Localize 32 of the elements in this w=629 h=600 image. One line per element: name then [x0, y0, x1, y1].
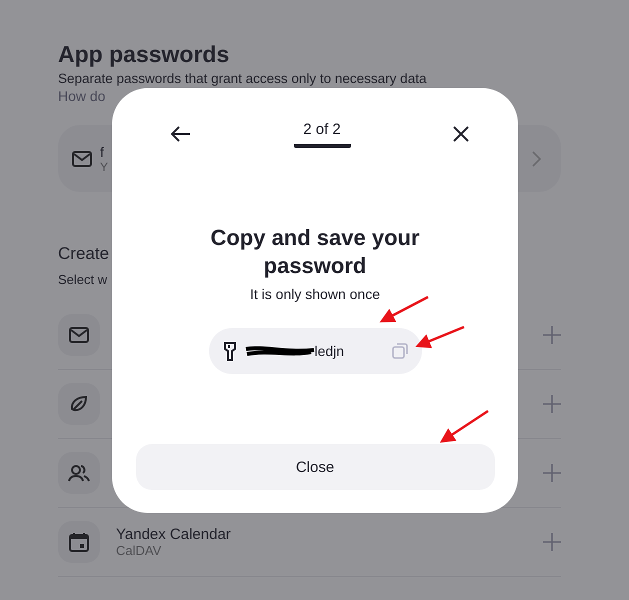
password-text: ledjn — [314, 343, 344, 359]
envelope-icon — [72, 150, 92, 166]
page-description: Separate passwords that grant access only to necessary data — [58, 71, 426, 87]
chevron-icon — [531, 150, 541, 166]
copy-icon[interactable] — [392, 343, 408, 359]
back-arrow-icon[interactable] — [171, 126, 191, 142]
password-field[interactable]: ledjn — [208, 328, 422, 374]
dialog-hint: It is only shown once — [250, 286, 380, 302]
key-icon — [222, 341, 236, 361]
leaf-icon — [69, 394, 89, 414]
people-icon — [68, 463, 90, 483]
plus-icon[interactable] — [543, 464, 561, 482]
plus-icon[interactable] — [543, 533, 561, 551]
step-indicator: 2 of 2 — [294, 120, 350, 148]
plus-icon[interactable] — [543, 326, 561, 344]
redaction-scribble — [244, 345, 314, 357]
annotation-arrow — [380, 296, 429, 322]
card-title: f — [100, 144, 104, 160]
calendar-icon — [69, 532, 89, 552]
service-protocol: CalDAV — [116, 543, 162, 558]
dialog-title: Copy and save your password — [209, 224, 421, 280]
section-hint: Select w — [58, 272, 108, 287]
section-heading: Create — [58, 243, 110, 265]
close-button[interactable]: Close — [136, 444, 494, 490]
page-title: App passwords — [58, 40, 230, 68]
envelope-icon — [69, 327, 89, 343]
card-subtitle: Y — [100, 160, 108, 174]
close-icon[interactable] — [453, 126, 469, 142]
annotation-arrow — [415, 326, 464, 348]
annotation-arrow — [440, 410, 489, 443]
service-name: Yandex Calendar — [116, 526, 232, 543]
plus-icon[interactable] — [543, 395, 561, 413]
